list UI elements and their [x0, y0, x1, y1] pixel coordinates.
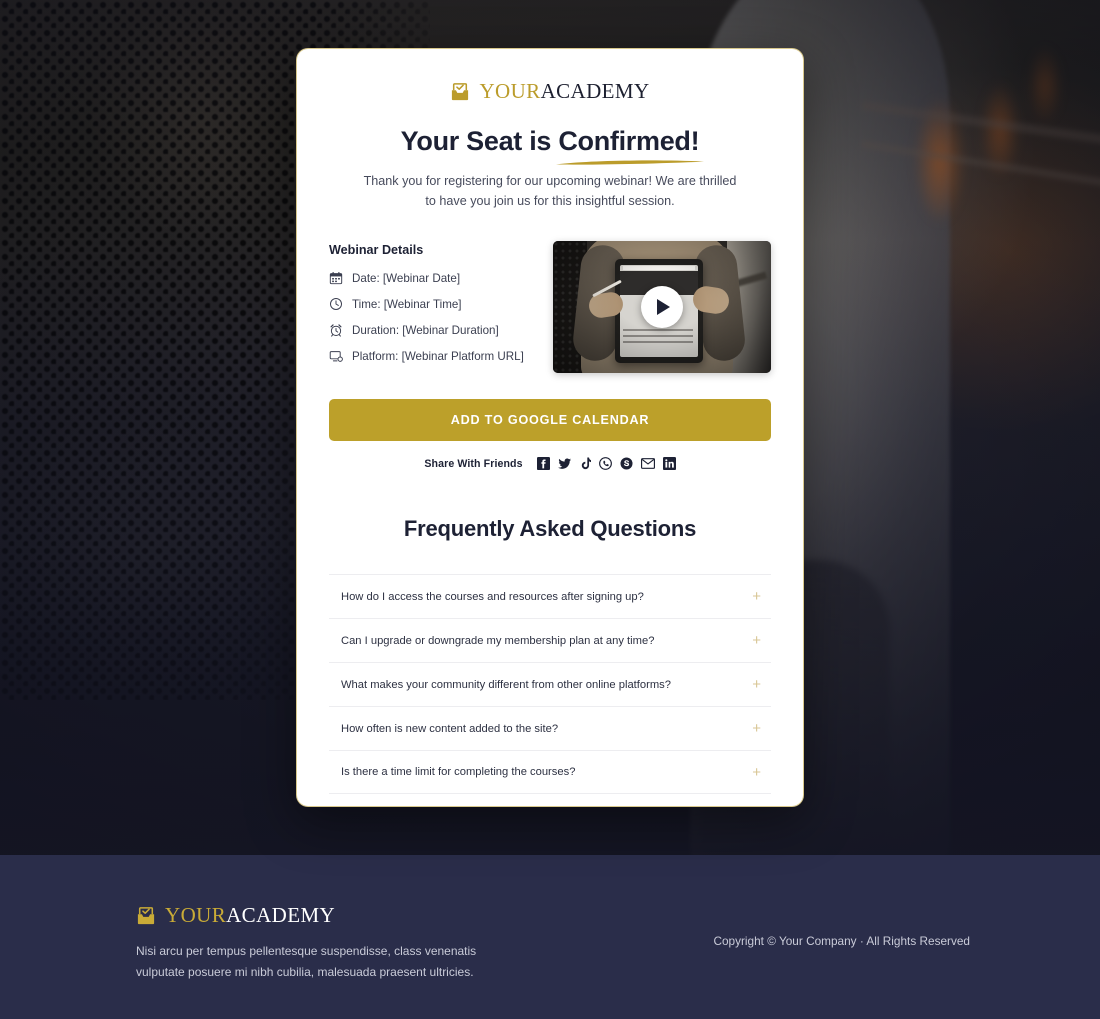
faq-item[interactable]: What makes your community different from… — [329, 662, 771, 706]
headline-part-1: Your Seat is — [400, 126, 559, 156]
alarm-clock-icon — [330, 324, 342, 337]
footer-brand-logo[interactable]: YOURACADEMY — [136, 903, 335, 928]
footer-brand-second: ACADEMY — [226, 903, 336, 927]
footer-description: Nisi arcu per tempus pellentesque suspen… — [136, 944, 477, 979]
faq-question: How do I access the courses and resource… — [341, 590, 644, 603]
share-label: Share With Friends — [424, 457, 523, 470]
detail-row-platform: Platform: [Webinar Platform URL] — [329, 349, 550, 363]
inbox-check-icon — [137, 906, 155, 924]
faq-question: Is there a time limit for completing the… — [341, 766, 576, 779]
confirmation-card: YOURACADEMY Your Seat is Confirmed! Than… — [296, 48, 804, 807]
faq-item[interactable]: How do I access the courses and resource… — [329, 574, 771, 618]
brand-name: YOURACADEMY — [479, 79, 649, 104]
footer-brand-name: YOURACADEMY — [165, 903, 335, 928]
whatsapp-icon[interactable] — [598, 457, 612, 470]
skype-icon[interactable] — [620, 457, 633, 470]
webinar-details-list: Webinar Details Date: [Webinar Date] Tim… — [329, 241, 550, 373]
add-to-google-calendar-button[interactable]: ADD TO GOOGLE CALENDAR — [329, 399, 771, 442]
share-section: Share With Friends — [329, 457, 771, 471]
faq-item[interactable]: Is there a time limit for completing the… — [329, 750, 771, 795]
detail-row-date: Date: [Webinar Date] — [329, 271, 550, 285]
webinar-details-section: Webinar Details Date: [Webinar Date] Tim… — [329, 241, 771, 374]
detail-row-time: Time: [Webinar Time] — [329, 297, 550, 311]
footer-brand-first: YOUR — [165, 903, 227, 927]
monitor-icon — [329, 351, 343, 362]
brand-name-second: ACADEMY — [540, 79, 650, 103]
play-icon[interactable] — [641, 286, 683, 329]
faq-question: How often is new content added to the si… — [341, 722, 559, 735]
detail-text-date: Date: [Webinar Date] — [352, 271, 461, 285]
brand-name-first: YOUR — [479, 79, 541, 103]
faq-question: Can I upgrade or downgrade my membership… — [341, 634, 655, 647]
inbox-check-icon — [452, 82, 469, 100]
detail-text-platform: Platform: [Webinar Platform URL] — [352, 349, 524, 363]
page-title: Your Seat is Confirmed! — [329, 126, 771, 165]
email-icon[interactable] — [640, 458, 655, 469]
intro-paragraph: Thank you for registering for our upcomi… — [363, 174, 737, 208]
detail-text-duration: Duration: [Webinar Duration] — [352, 323, 499, 337]
faq-list: How do I access the courses and resource… — [329, 574, 771, 795]
expand-plus-icon[interactable]: + — [752, 633, 761, 648]
faq-question: What makes your community different from… — [341, 678, 671, 691]
headline-underline-brushstroke — [556, 160, 705, 165]
brand-logo[interactable]: YOURACADEMY — [329, 49, 771, 104]
tiktok-icon[interactable] — [580, 457, 591, 470]
faq-item[interactable]: How often is new content added to the si… — [329, 706, 771, 750]
webinar-video-thumbnail[interactable] — [553, 241, 771, 374]
expand-plus-icon[interactable]: + — [752, 589, 761, 604]
share-icon-list — [536, 457, 676, 471]
expand-plus-icon[interactable]: + — [752, 765, 761, 780]
play-triangle — [657, 299, 670, 316]
expand-plus-icon[interactable]: + — [752, 721, 761, 736]
page-footer: YOURACADEMY Nisi arcu per tempus pellent… — [0, 855, 1100, 1019]
facebook-icon[interactable] — [536, 457, 550, 471]
faq-heading: Frequently Asked Questions — [403, 516, 697, 542]
faq-item[interactable]: Can I upgrade or downgrade my membership… — [329, 618, 771, 662]
clock-icon — [330, 298, 342, 311]
calendar-icon — [329, 272, 343, 285]
headline-part-2: Confirmed! — [558, 126, 700, 156]
webinar-details-heading: Webinar Details — [329, 243, 424, 258]
detail-row-duration: Duration: [Webinar Duration] — [329, 323, 550, 337]
linkedin-icon[interactable] — [662, 457, 676, 471]
twitter-icon[interactable] — [557, 457, 572, 470]
footer-copyright: Copyright © Your Company · All Rights Re… — [713, 934, 970, 948]
detail-text-time: Time: [Webinar Time] — [352, 297, 462, 311]
expand-plus-icon[interactable]: + — [752, 677, 761, 692]
